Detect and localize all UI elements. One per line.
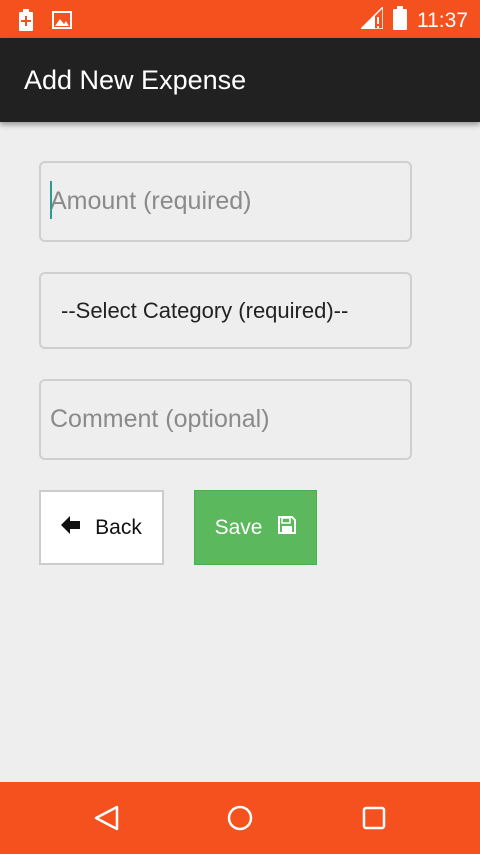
category-select[interactable]: --Select Category (required)-- [39,272,412,349]
status-time: 11:37 [417,8,468,32]
back-button-label: Back [95,515,142,539]
back-triangle-icon[interactable] [91,802,123,834]
save-button[interactable]: Save [194,490,317,565]
floppy-disk-icon [278,515,297,540]
arrow-left-icon [61,515,81,540]
comment-field[interactable] [39,379,412,460]
battery-icon [393,6,407,35]
text-cursor [50,181,52,219]
home-circle-icon[interactable] [224,802,256,834]
image-icon [52,11,72,34]
signal-icon [359,5,384,34]
comment-input[interactable] [41,381,410,458]
save-button-label: Save [214,515,263,539]
amount-input[interactable] [41,163,410,240]
page-title: Add New Expense [24,65,247,95]
category-select-value: --Select Category (required)-- [61,298,349,323]
recents-square-icon[interactable] [358,802,390,834]
screen: 11:37 Add New Expense --Select Category … [0,0,480,854]
battery-saver-icon [18,9,34,36]
status-bar: 11:37 [0,0,480,38]
amount-field[interactable] [39,161,412,242]
back-button[interactable]: Back [39,490,164,565]
app-bar: Add New Expense [0,38,480,122]
navigation-bar [0,782,480,854]
